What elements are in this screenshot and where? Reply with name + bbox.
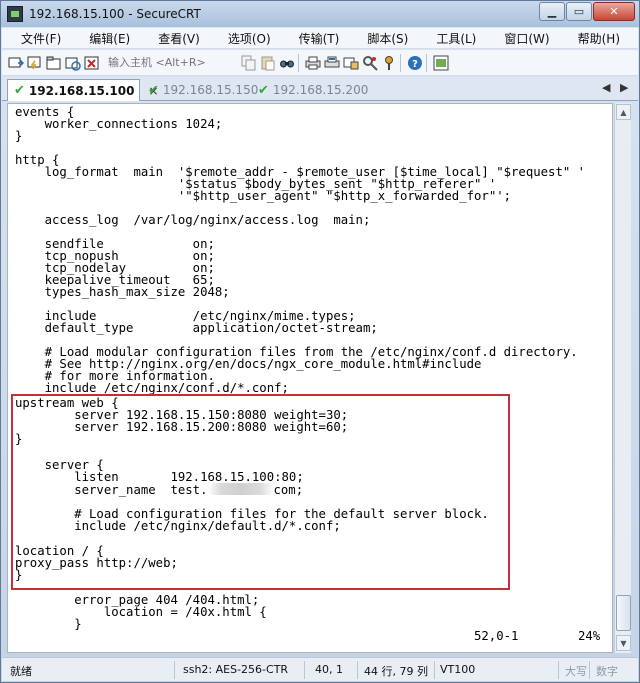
sftp-icon[interactable]: [343, 55, 359, 71]
print-selection-icon[interactable]: [324, 55, 340, 71]
tab-next-icon[interactable]: ▶: [620, 81, 628, 94]
window-controls: ▁ ▭ ✕: [538, 2, 635, 21]
securecrt-window: 192.168.15.100 - SecureCRT ▁ ▭ ✕ 文件(F) 编…: [0, 0, 640, 683]
menu-edit[interactable]: 编辑(E): [70, 30, 139, 47]
scroll-up-icon[interactable]: ▲: [616, 104, 631, 120]
terminal-screen[interactable]: events { worker_connections 1024; } http…: [7, 103, 613, 653]
status-cipher: ssh2: AES-256-CTR: [183, 663, 289, 676]
tab-label: 192.168.15.150: [162, 83, 259, 97]
tab-session-3[interactable]: ✔ 192.168.15.200: [252, 79, 368, 101]
find-icon[interactable]: [279, 55, 295, 71]
terminal-line: '"$http_user_agent" "$http_x_forwarded_f…: [15, 189, 512, 203]
disconnect-icon[interactable]: [84, 55, 100, 71]
toolbar-divider: [426, 53, 427, 72]
status-size: 44 行, 79 列: [364, 665, 428, 678]
connect-icon[interactable]: [8, 55, 24, 71]
connected-check-icon: ✔: [14, 83, 25, 98]
menu-bar: 文件(F) 编辑(E) 查看(V) 选项(O) 传输(T) 脚本(S) 工具(L…: [2, 28, 638, 49]
session-tab-bar: ✔ 192.168.15.100 × ✔ 192.168.15.150 ✔ 19…: [2, 77, 638, 101]
menu-file[interactable]: 文件(F): [2, 30, 70, 47]
scroll-down-icon[interactable]: ▼: [616, 635, 631, 651]
tab-prev-icon[interactable]: ◀: [602, 81, 610, 94]
svg-text:?: ?: [412, 59, 418, 70]
quick-connect-icon[interactable]: [27, 55, 43, 71]
connected-check-icon: ✔: [258, 82, 269, 98]
status-divider: [304, 661, 305, 679]
window-title: 192.168.15.100 - SecureCRT: [29, 7, 201, 21]
status-divider: [357, 661, 358, 679]
connected-check-icon: ✔: [148, 82, 159, 98]
status-divider: [434, 661, 435, 679]
help-icon[interactable]: ?: [407, 55, 423, 71]
tab-label: 192.168.15.200: [272, 83, 369, 97]
vim-scroll-percent: 24%: [578, 629, 601, 643]
menu-transfer[interactable]: 传输(T): [280, 30, 349, 47]
status-ready: 就绪: [10, 665, 32, 678]
tab-label: 192.168.15.100: [28, 83, 135, 98]
print-icon[interactable]: [305, 55, 321, 71]
host-input[interactable]: [106, 53, 238, 72]
scrollbar-thumb[interactable]: [616, 595, 631, 631]
securecrt-app-icon: [7, 6, 23, 22]
title-bar[interactable]: 192.168.15.100 - SecureCRT ▁ ▭ ✕: [1, 1, 639, 27]
copy-icon[interactable]: [241, 55, 257, 71]
toolbar-divider: [400, 53, 401, 72]
status-divider: [589, 661, 590, 679]
vertical-scrollbar[interactable]: ▲ ▼: [614, 103, 631, 653]
menu-script[interactable]: 脚本(S): [348, 30, 417, 47]
tab-session-1[interactable]: ✔ 192.168.15.100 ×: [7, 79, 159, 101]
status-caps: 大写: [565, 665, 587, 678]
close-button[interactable]: ✕: [593, 2, 635, 21]
status-num: 数字: [596, 665, 618, 678]
terminal-line: access_log /var/log/nginx/access.log mai…: [15, 213, 371, 227]
menu-tools[interactable]: 工具(L): [417, 30, 485, 47]
paste-icon[interactable]: [260, 55, 276, 71]
menu-view[interactable]: 查看(V): [139, 30, 209, 47]
menu-window[interactable]: 窗口(W): [485, 30, 558, 47]
status-bar: 就绪 ssh2: AES-256-CTR 40, 1 44 行, 79 列 VT…: [2, 657, 638, 681]
status-cursor: 40, 1: [315, 663, 343, 676]
highlight-annotation-box: [11, 394, 510, 590]
toolbar: ?: [2, 50, 638, 76]
status-divider: [174, 661, 175, 679]
vim-cursor-position: 52,0-1: [474, 629, 519, 643]
terminal-line: }: [15, 129, 23, 143]
maximize-button[interactable]: ▭: [566, 2, 592, 21]
reconnect-icon[interactable]: [65, 55, 81, 71]
connect-tab-icon[interactable]: [46, 55, 62, 71]
status-terminal-type: VT100: [440, 663, 476, 676]
terminal-line: types_hash_max_size 2048;: [15, 285, 230, 299]
toolbar-divider: [298, 53, 299, 72]
tab-session-2[interactable]: ✔ 192.168.15.150: [142, 79, 258, 101]
status-divider: [558, 661, 559, 679]
menu-options[interactable]: 选项(O): [209, 30, 280, 47]
terminal-line: default_type application/octet-stream;: [15, 321, 378, 335]
terminal-line: }: [15, 617, 82, 631]
menu-help[interactable]: 帮助(H): [559, 30, 629, 47]
session-options-icon[interactable]: [362, 55, 378, 71]
minimize-button[interactable]: ▁: [539, 2, 565, 21]
script-icon[interactable]: [433, 55, 449, 71]
terminal-line: worker_connections 1024;: [15, 117, 223, 131]
keymap-icon[interactable]: [381, 55, 397, 71]
